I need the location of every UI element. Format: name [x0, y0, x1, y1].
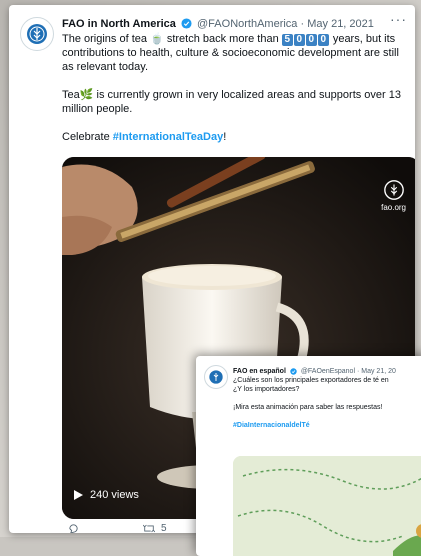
number-box: 0	[293, 34, 305, 46]
number-box: 5	[281, 34, 293, 46]
paragraph-1: The origins of tea 🍵 stretch back more t…	[62, 32, 401, 74]
tweet-actions: 5	[68, 523, 167, 533]
tweet-text: The origins of tea 🍵 stretch back more t…	[62, 32, 401, 158]
fao-avatar[interactable]	[20, 17, 54, 51]
text-span: Tea	[62, 89, 80, 101]
views-count: 240 views	[90, 489, 139, 501]
text-span: The origins of tea	[62, 33, 151, 45]
fao-es-avatar[interactable]	[204, 365, 228, 389]
author-name[interactable]: FAO in North America	[62, 18, 176, 30]
tea-emoji-icon: 🍵	[150, 33, 164, 45]
overlay-tweet-card[interactable]: FAO en español @FAOenEspanol · May 21, 2…	[196, 356, 421, 556]
paragraph-3: Celebrate #InternationalTeaDay!	[62, 130, 401, 144]
overlay-hashtag-link[interactable]: #DiaInternacionaldelTé	[233, 421, 421, 430]
overlay-text: ¿Cuáles son los principales exportadores…	[233, 376, 421, 439]
fao-logo-icon	[27, 24, 47, 44]
fao-logo-icon	[209, 370, 223, 384]
meta-separator: ·	[356, 368, 360, 375]
overlay-handle[interactable]: @FAOenEspanol	[301, 368, 355, 375]
retweet-icon[interactable]	[143, 523, 155, 533]
overlay-question: ¿Cuáles son los principales exportadores…	[233, 377, 389, 384]
video-views[interactable]: 240 views	[72, 489, 139, 501]
text-span: is currently grown in very localized are…	[62, 89, 401, 115]
overlay-header: FAO en español @FAOenEspanol · May 21, 2…	[233, 368, 396, 375]
fao-watermark-icon	[383, 180, 404, 200]
overlay-cta: ¡Mira esta animación para saber las resp…	[233, 404, 383, 411]
number-box: 0	[317, 34, 329, 46]
retweet-count: 5	[161, 523, 167, 533]
text-span: stretch back more than	[163, 33, 282, 45]
tweet-header: FAO in North America @FAONorthAmerica · …	[62, 18, 405, 31]
text-span: !	[223, 131, 227, 143]
map-animation-frame	[233, 456, 421, 556]
author-handle[interactable]: @FAONorthAmerica	[197, 18, 297, 30]
overlay-animation-media[interactable]	[233, 456, 421, 556]
reply-icon[interactable]	[68, 523, 79, 533]
more-options-icon[interactable]: ···	[390, 12, 407, 26]
hashtag-link[interactable]: #InternationalTeaDay	[113, 131, 223, 143]
tweet-date[interactable]: May 21, 2021	[307, 18, 374, 30]
overlay-date[interactable]: May 21, 20	[361, 368, 396, 375]
overlay-author-name[interactable]: FAO en español	[233, 368, 286, 375]
fao-watermark: fao.org	[381, 179, 406, 212]
watermark-text: fao.org	[381, 203, 406, 212]
text-span: Celebrate	[62, 131, 113, 143]
verified-badge-icon	[181, 18, 192, 29]
retweet-group[interactable]: 5	[143, 523, 167, 533]
paragraph-2: Tea🌿 is currently grown in very localize…	[62, 88, 401, 116]
verified-badge-icon	[290, 368, 297, 375]
number-box: 0	[305, 34, 317, 46]
play-icon[interactable]	[72, 489, 84, 501]
overlay-question-2: ¿Y los importadores?	[233, 386, 300, 393]
tea-plant-emoji-icon: 🌿	[79, 89, 94, 101]
meta-separator: ·	[300, 18, 305, 30]
